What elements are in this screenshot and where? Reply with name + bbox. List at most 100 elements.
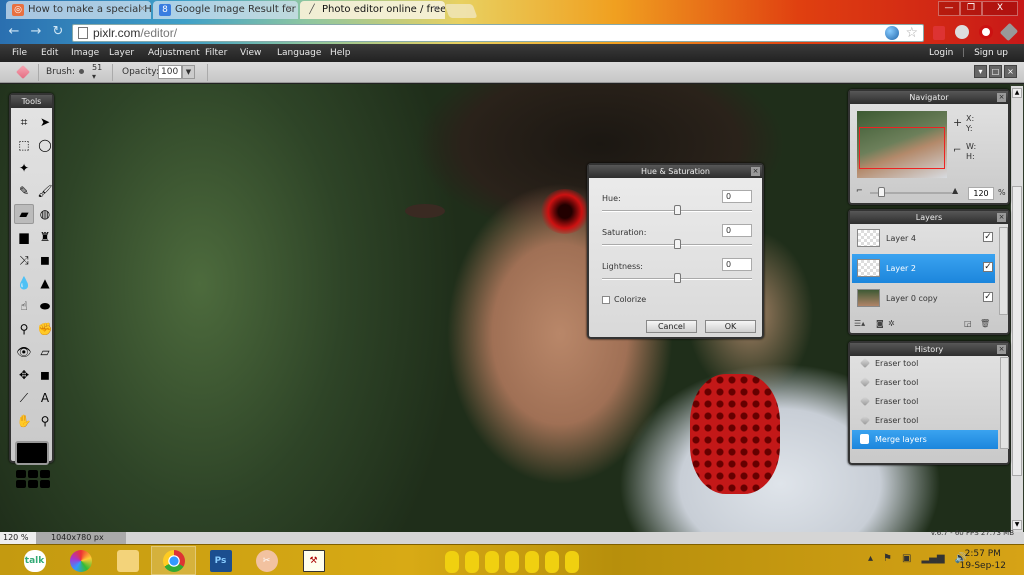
taskbar-app[interactable]: ⚒ <box>291 546 336 575</box>
taskbar-google-talk[interactable]: talk <box>12 546 57 575</box>
bookmark-star-icon[interactable]: ☆ <box>905 25 918 41</box>
menu-language[interactable]: Language <box>277 48 321 58</box>
marquee-tool[interactable]: ⬚ <box>14 135 34 155</box>
menu-file[interactable]: File <box>12 48 27 58</box>
adblock-icon[interactable] <box>979 25 993 39</box>
zoom-slider[interactable] <box>870 187 952 197</box>
hue-input[interactable]: 0 <box>722 190 752 203</box>
smudge-tool[interactable]: ☝ <box>14 296 34 316</box>
lightness-input[interactable]: 0 <box>722 258 752 271</box>
hue-slider-thumb[interactable] <box>674 205 681 215</box>
delete-layer-icon[interactable]: 🗑 <box>980 319 990 328</box>
gradient-tool[interactable]: ▆ <box>14 227 34 247</box>
close-doc-button[interactable]: × <box>1004 65 1017 78</box>
signup-link[interactable]: Sign up <box>974 48 1008 58</box>
close-tab-icon[interactable]: × <box>432 4 440 14</box>
layer-styles-icon[interactable]: ✲ <box>888 319 895 328</box>
bloat-tool[interactable]: ✥ <box>14 365 34 385</box>
address-bar[interactable]: pixlr.com/editor/ ☆ <box>72 24 924 42</box>
login-link[interactable]: Login <box>929 48 953 58</box>
viewport-rectangle[interactable] <box>859 127 945 169</box>
layer-row[interactable]: Layer 4 ✓ <box>852 224 995 253</box>
taskbar-chrome[interactable] <box>151 546 196 575</box>
taskbar-snipping-tool[interactable]: ✂ <box>244 546 289 575</box>
menu-filter[interactable]: Filter <box>205 48 227 58</box>
foreground-color-swatch[interactable] <box>14 441 49 465</box>
new-tab-button[interactable] <box>444 4 478 18</box>
taskbar-file-explorer[interactable] <box>105 546 150 575</box>
lightness-slider[interactable] <box>602 273 752 283</box>
eraser-tool[interactable]: ▰ <box>14 204 34 224</box>
layer-settings-icon[interactable]: ☰▴ <box>854 319 865 328</box>
collapse-doc-button[interactable]: ▾ <box>974 65 987 78</box>
show-hidden-icons[interactable]: ▴ <box>868 553 873 564</box>
swatch[interactable] <box>16 470 26 478</box>
back-arrow-icon[interactable]: ← <box>6 24 22 40</box>
layer-visibility-checkbox[interactable]: ✓ <box>983 232 993 242</box>
close-layers-icon[interactable]: × <box>997 213 1006 222</box>
brush-preview[interactable] <box>79 69 84 74</box>
hand-tool[interactable]: ✋ <box>14 411 34 431</box>
move-tool[interactable]: ➤ <box>35 112 55 132</box>
saturation-input[interactable]: 0 <box>722 224 752 237</box>
navigator-thumbnail[interactable] <box>857 111 947 178</box>
layer-visibility-checkbox[interactable]: ✓ <box>983 262 993 272</box>
brush-size-dropdown[interactable]: 51 ▾ <box>92 63 102 81</box>
colorize-checkbox[interactable] <box>602 296 610 304</box>
pencil-tool[interactable]: ✎ <box>14 181 34 201</box>
paint-bucket-tool[interactable]: ◍ <box>35 204 55 224</box>
ok-button[interactable]: OK <box>705 320 756 333</box>
history-item[interactable]: Eraser tool <box>852 411 998 430</box>
action-center-flag-icon[interactable]: ⚑ <box>883 553 892 564</box>
signal-extension-icon[interactable] <box>933 26 945 40</box>
sponge-tool[interactable]: ⬬ <box>35 296 55 316</box>
spot-heal-tool[interactable]: ▱ <box>35 342 55 362</box>
taskbar-picasa[interactable] <box>58 546 103 575</box>
menu-adjustment[interactable]: Adjustment <box>148 48 200 58</box>
close-window-button[interactable]: X <box>982 1 1018 16</box>
red-eye-tool[interactable]: 👁 <box>14 342 34 362</box>
layers-scrollbar[interactable] <box>999 227 1008 315</box>
clone-stamp-tool[interactable]: ♜ <box>35 227 55 247</box>
cancel-button[interactable]: Cancel <box>646 320 697 333</box>
layer-mask-icon[interactable]: ◙ <box>876 319 884 328</box>
layer-row-selected[interactable]: Layer 2 ✓ <box>852 254 995 283</box>
pinch-tool[interactable]: ◼ <box>35 365 55 385</box>
zoom-slider-thumb[interactable] <box>878 187 886 197</box>
hue-slider[interactable] <box>602 205 752 215</box>
swatch[interactable] <box>28 470 38 478</box>
globe-icon[interactable] <box>885 26 899 40</box>
magic-wand-tool[interactable]: ✦ <box>14 158 34 178</box>
close-navigator-icon[interactable]: × <box>997 93 1006 102</box>
zoom-input[interactable]: 120 <box>968 187 994 200</box>
network-device-icon[interactable]: ▣ <box>902 553 911 564</box>
lasso-tool[interactable]: ◯ <box>35 135 55 155</box>
type-tool[interactable]: A <box>35 388 55 408</box>
opacity-dropdown-icon[interactable]: ▼ <box>182 65 195 79</box>
zoom-tool[interactable]: ⚲ <box>35 411 55 431</box>
clock[interactable]: 2:57 PM 19-Sep-12 <box>960 548 1006 572</box>
minimize-button[interactable]: — <box>938 1 960 16</box>
zoom-in-icon[interactable]: ▲ <box>952 186 958 195</box>
blur-tool[interactable]: 💧 <box>14 273 34 293</box>
close-tab-icon[interactable]: × <box>138 4 146 14</box>
color-replace-tool[interactable]: ⤨ <box>14 250 34 270</box>
saturation-slider[interactable] <box>602 239 752 249</box>
close-dialog-icon[interactable]: × <box>751 167 760 176</box>
globe-extension-icon[interactable] <box>955 25 969 39</box>
history-item-selected[interactable]: Merge layers <box>852 430 998 449</box>
close-history-icon[interactable]: × <box>997 345 1006 354</box>
maximize-doc-button[interactable]: □ <box>989 65 1002 78</box>
tab-pixlr[interactable]: ╱ Photo editor online / free i × <box>300 1 445 19</box>
brush-tool[interactable]: 🖌 <box>35 181 55 201</box>
history-item[interactable]: Eraser tool <box>852 373 998 392</box>
vertical-scrollbar[interactable]: ▲ ▼ <box>1011 86 1023 532</box>
sharpen-tool[interactable]: ▲ <box>35 273 55 293</box>
color-picker-tool[interactable]: ⟋ <box>14 388 34 408</box>
forward-arrow-icon[interactable]: → <box>28 24 44 40</box>
menu-layer[interactable]: Layer <box>109 48 134 58</box>
taskbar-photoshop[interactable]: Ps <box>198 546 243 575</box>
drawing-tool[interactable]: ◼ <box>35 250 55 270</box>
opacity-input[interactable]: 100 <box>158 65 182 79</box>
swatch[interactable] <box>40 480 50 488</box>
